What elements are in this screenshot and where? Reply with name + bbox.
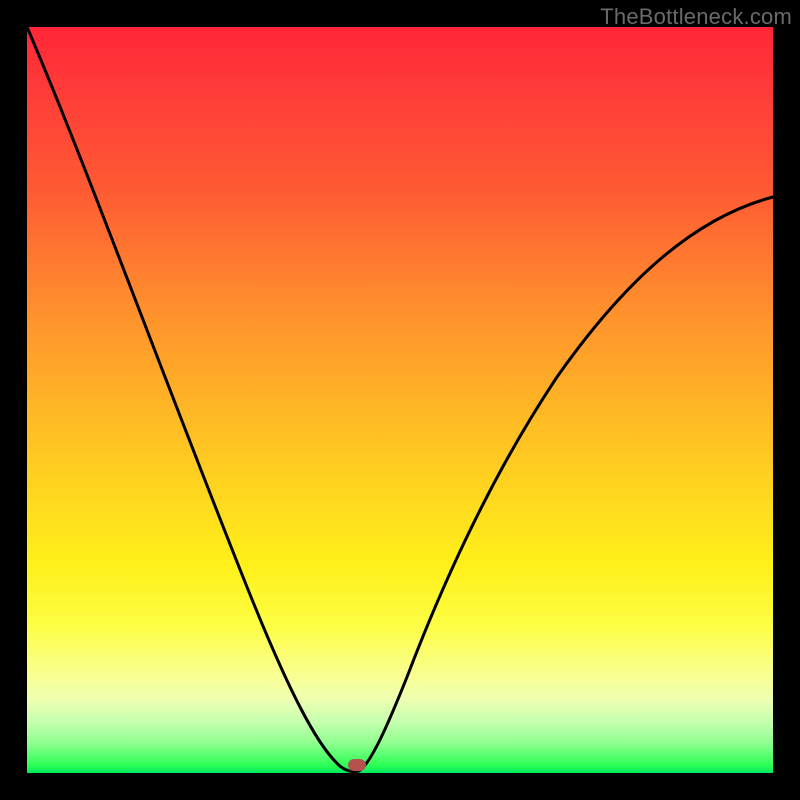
watermark-text: TheBottleneck.com (600, 4, 792, 30)
bottleneck-curve (27, 27, 773, 773)
curve-path (27, 27, 773, 772)
plot-area (27, 27, 773, 773)
minimum-marker (348, 759, 366, 771)
chart-frame: TheBottleneck.com (0, 0, 800, 800)
